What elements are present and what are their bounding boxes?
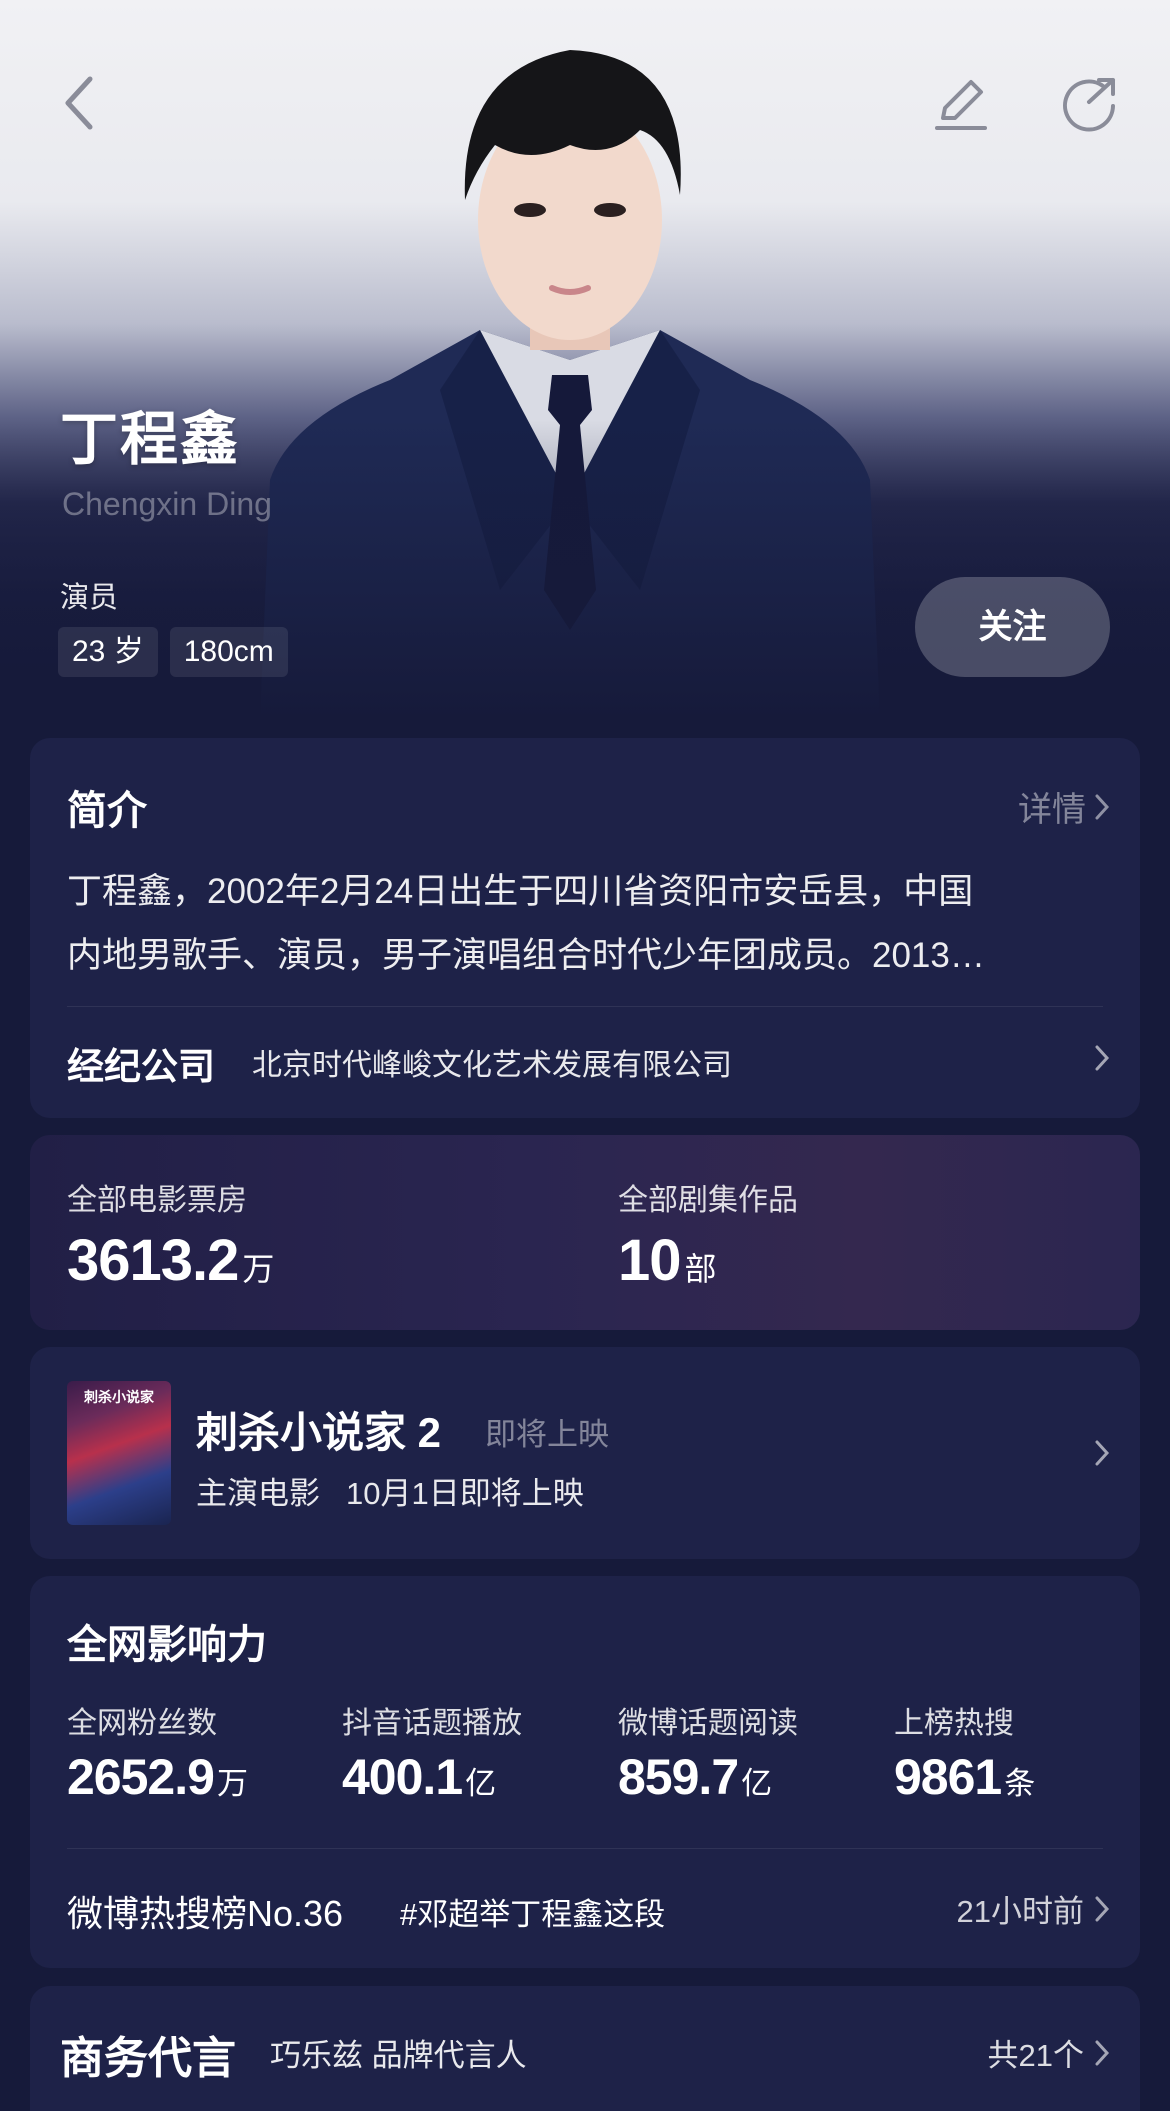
works-stats-card[interactable]: 全部电影票房 3613.2 万 全部剧集作品 10 部 xyxy=(30,1135,1140,1330)
hot-search-time[interactable]: 21小时前 xyxy=(957,1886,1110,1931)
hot-search-topic[interactable]: #邓超举丁程鑫这段 xyxy=(400,1889,665,1934)
metric-label: 上榜热搜 xyxy=(894,1707,1014,1740)
chevron-right-icon xyxy=(1095,794,1110,819)
share-icon[interactable] xyxy=(1055,68,1125,138)
divider xyxy=(67,1848,1103,1849)
endorsement-title: 商务代言 xyxy=(60,2034,236,2083)
metric-number: 9861 xyxy=(894,1749,1002,1805)
endorsement-brand: 巧乐兹 品牌代言人 xyxy=(270,2038,527,2073)
box-office-number: 3613.2 xyxy=(67,1228,239,1293)
star-name-english: Chengxin Ding xyxy=(62,486,272,522)
movie-role: 主演电影 xyxy=(196,1476,320,1511)
movie-release: 10月1日即将上映 xyxy=(346,1476,584,1511)
metric-value: 9861条 xyxy=(894,1748,1035,1806)
movie-meta: 主演电影 10月1日即将上映 xyxy=(196,1468,584,1513)
metric-label: 全网粉丝数 xyxy=(67,1707,217,1740)
agency-value[interactable]: 北京时代峰峻文化艺术发展有限公司 xyxy=(252,1040,732,1084)
influence-card: 全网影响力 全网粉丝数 2652.9万 抖音话题播放 400.1亿 微博话题阅读… xyxy=(30,1576,1140,1968)
metric-unit: 亿 xyxy=(741,1766,772,1801)
endorsement-count-label: 共21个 xyxy=(987,2038,1084,2073)
metric-value: 859.7亿 xyxy=(618,1748,772,1806)
height-tag: 180cm xyxy=(169,627,288,677)
series-label: 全部剧集作品 xyxy=(618,1184,798,1217)
upcoming-movie-card[interactable]: 刺杀小说家 刺杀小说家 2 即将上映 主演电影 10月1日即将上映 xyxy=(30,1347,1140,1559)
box-office-label: 全部电影票房 xyxy=(67,1184,247,1217)
agency-label: 经纪公司 xyxy=(67,1046,215,1087)
movie-status: 即将上映 xyxy=(485,1417,609,1452)
metric-unit: 条 xyxy=(1004,1766,1035,1801)
movie-title: 刺杀小说家 2 xyxy=(196,1409,442,1456)
follow-button[interactable]: 关注 xyxy=(915,577,1110,677)
metric-unit: 亿 xyxy=(465,1766,496,1801)
series-unit: 部 xyxy=(684,1251,717,1287)
intro-title: 简介 xyxy=(67,789,147,833)
edit-pencil-icon[interactable] xyxy=(925,68,995,138)
back-arrow-icon[interactable] xyxy=(45,68,115,138)
metric-label: 微博话题阅读 xyxy=(618,1707,798,1740)
intro-line-2: 内地男歌手、演员，男子演唱组合时代少年团成员。2013… xyxy=(67,936,985,975)
agency-chevron-right-icon[interactable] xyxy=(1094,1044,1110,1072)
intro-card: 简介 详情 丁程鑫，2002年2月24日出生于四川省资阳市安岳县，中国 内地男歌… xyxy=(30,738,1140,1118)
profile-tags: 23 岁 180cm xyxy=(58,627,288,677)
endorsement-count[interactable]: 共21个 xyxy=(988,2030,1110,2075)
movie-poster: 刺杀小说家 xyxy=(67,1381,171,1525)
metric-unit: 万 xyxy=(216,1766,248,1801)
metric-number: 400.1 xyxy=(342,1749,463,1805)
chevron-right-icon xyxy=(1095,1896,1110,1921)
metric-label: 抖音话题播放 xyxy=(342,1707,522,1740)
box-office-value: 3613.2 万 xyxy=(67,1227,274,1294)
intro-line-1: 丁程鑫，2002年2月24日出生于四川省资阳市安岳县，中国 xyxy=(67,872,974,911)
intro-text: 丁程鑫，2002年2月24日出生于四川省资阳市安岳县，中国 内地男歌手、演员，男… xyxy=(67,860,1107,988)
movie-chevron-right-icon[interactable] xyxy=(1094,1439,1110,1467)
metric-number: 2652.9 xyxy=(67,1749,215,1805)
metric-value: 400.1亿 xyxy=(342,1748,496,1806)
hot-search-rank[interactable]: 微博热搜榜No.36 xyxy=(67,1885,343,1937)
box-office-unit: 万 xyxy=(242,1251,274,1287)
intro-detail-link[interactable]: 详情 xyxy=(1018,782,1110,831)
endorsement-card[interactable]: 商务代言 巧乐兹 品牌代言人 共21个 xyxy=(30,1986,1140,2111)
series-value: 10 部 xyxy=(618,1227,717,1294)
star-role: 演员 xyxy=(60,582,119,614)
age-tag: 23 岁 xyxy=(58,627,158,677)
divider xyxy=(67,1006,1103,1007)
profile-hero: 丁程鑫 Chengxin Ding 演员 23 岁 180cm 关注 xyxy=(0,0,1170,720)
hot-time-label: 21小时前 xyxy=(956,1894,1084,1929)
chevron-right-icon xyxy=(1095,2040,1110,2065)
star-name: 丁程鑫 xyxy=(60,407,241,472)
influence-title: 全网影响力 xyxy=(67,1623,267,1667)
metric-value: 2652.9万 xyxy=(67,1748,248,1806)
metric-number: 859.7 xyxy=(618,1749,739,1805)
series-number: 10 xyxy=(618,1228,682,1293)
detail-label: 详情 xyxy=(1018,791,1086,829)
poster-title: 刺杀小说家 xyxy=(84,1389,154,1405)
